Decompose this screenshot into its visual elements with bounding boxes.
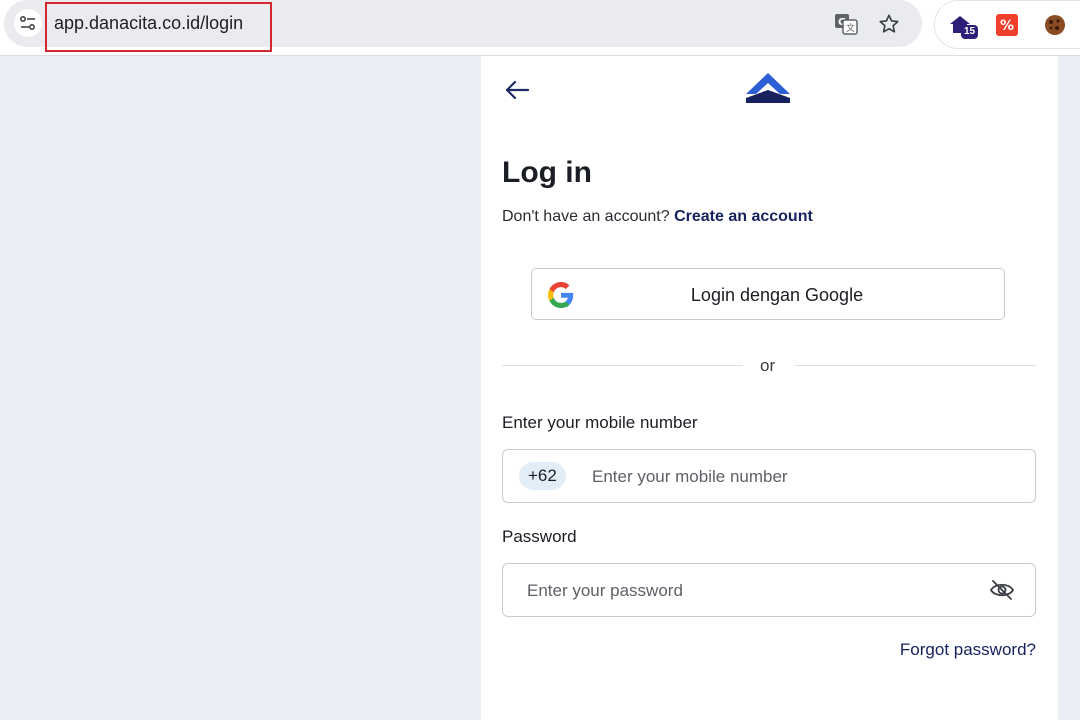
cookie-icon[interactable] bbox=[1041, 11, 1069, 39]
page-background-left bbox=[0, 56, 481, 720]
danacita-logo bbox=[745, 72, 791, 104]
password-field[interactable] bbox=[502, 563, 1036, 618]
mobile-number-field[interactable]: +62 bbox=[502, 449, 1036, 504]
site-settings-icon[interactable] bbox=[14, 9, 42, 37]
extensions-area: 15 % bbox=[934, 0, 1080, 49]
page-title: Log in bbox=[502, 156, 592, 189]
extension-badge-count: 15 bbox=[961, 25, 979, 39]
mobile-number-input[interactable] bbox=[590, 450, 1014, 504]
svg-text:%: % bbox=[1000, 18, 1014, 34]
eye-off-icon[interactable] bbox=[989, 578, 1015, 602]
page-background-right bbox=[1058, 56, 1080, 720]
translate-icon[interactable]: G 文 bbox=[833, 11, 859, 37]
bookmark-star-icon[interactable] bbox=[876, 11, 902, 37]
password-input[interactable] bbox=[525, 564, 969, 618]
divider-right bbox=[795, 365, 1036, 366]
country-code-badge: +62 bbox=[519, 462, 566, 490]
mobile-number-label: Enter your mobile number bbox=[502, 413, 698, 432]
forgot-password-link[interactable]: Forgot password? bbox=[900, 640, 1036, 660]
google-login-button[interactable]: Login dengan Google bbox=[531, 268, 1005, 320]
url-text[interactable]: app.danacita.co.id/login bbox=[54, 13, 243, 34]
svg-text:文: 文 bbox=[846, 22, 855, 34]
divider-left bbox=[502, 365, 743, 366]
signup-prompt: Don't have an account? Create an account bbox=[502, 208, 813, 226]
google-button-label: Login dengan Google bbox=[690, 285, 864, 305]
back-arrow-icon[interactable] bbox=[503, 78, 531, 102]
or-divider-text: or bbox=[760, 356, 776, 375]
extension-percent-icon[interactable]: % bbox=[993, 11, 1021, 39]
browser-toolbar: G 文 app.danacita.co.id/login 15 % bbox=[0, 0, 1080, 56]
create-account-link[interactable]: Create an account bbox=[674, 208, 813, 225]
extension-badge-icon[interactable]: 15 bbox=[947, 11, 979, 39]
password-label: Password bbox=[502, 527, 577, 546]
no-account-text: Don't have an account? bbox=[502, 208, 670, 225]
login-card: Log in Don't have an account? Create an … bbox=[481, 56, 1058, 720]
